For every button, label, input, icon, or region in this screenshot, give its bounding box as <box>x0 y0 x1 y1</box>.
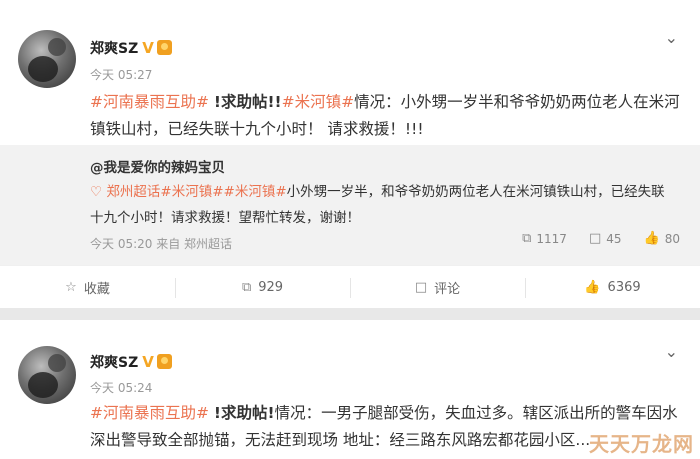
thumbs-up-icon: 👍 <box>584 280 601 295</box>
collect-label: 收藏 <box>83 282 110 297</box>
weibo-post: 郑爽SZ V 今天 05:27 ⌄ #河南暴雨互助# !求助帖!!#米河镇#情况：… <box>0 0 700 308</box>
post-text: #河南暴雨互助# !求助帖!!#米河镇#情况：小外甥一岁半和爷爷奶奶两位老人在米… <box>90 89 682 143</box>
help-label: !求助帖! <box>213 404 275 422</box>
avatar[interactable] <box>18 30 76 88</box>
author-name-text[interactable]: 郑爽SZ <box>90 355 138 371</box>
comment-icon: □ <box>414 280 428 295</box>
quoted-share-count: 1117 <box>536 231 567 246</box>
share-button[interactable]: ⧉ 929 <box>175 266 350 309</box>
super-topic-icon: ♡ <box>90 184 107 200</box>
quoted-text: ♡ 郑州超话#米河镇##米河镇#小外甥一岁半，和爷爷奶奶两位老人在米河镇铁山村，… <box>90 179 675 231</box>
comment-icon: □ <box>588 231 602 246</box>
quoted-actions: ⧉ 1117 □ 45 👍 80 <box>522 231 680 246</box>
hashtag-link[interactable]: #河南暴雨互助# <box>90 93 209 111</box>
quoted-author[interactable]: @我是爱你的辣妈宝贝 <box>90 156 225 176</box>
quoted-like-count: 80 <box>664 231 680 246</box>
help-label: !求助帖!! <box>213 93 282 111</box>
quoted-comment-button[interactable]: □ 45 <box>589 231 622 246</box>
quoted-post[interactable]: @我是爱你的辣妈宝贝 ♡ 郑州超话#米河镇##米河镇#小外甥一岁半，和爷爷奶奶两… <box>0 145 700 265</box>
chevron-down-icon[interactable]: ⌄ <box>665 342 678 361</box>
like-button[interactable]: 👍 6369 <box>525 266 700 309</box>
post-time[interactable]: 今天 05:27 <box>90 66 152 83</box>
author-name[interactable]: 郑爽SZ V <box>90 38 172 58</box>
avatar[interactable] <box>18 346 76 404</box>
thumbs-up-icon: 👍 <box>643 231 660 246</box>
hashtag-link[interactable]: #河南暴雨互助# <box>90 404 209 422</box>
comment-button[interactable]: □ 评论 <box>350 266 525 309</box>
quoted-like-button[interactable]: 👍 80 <box>644 231 680 246</box>
hashtag-link[interactable]: #米河镇# <box>282 93 354 111</box>
share-icon: ⧉ <box>241 280 252 295</box>
star-icon: ☆ <box>65 280 77 295</box>
post-divider <box>0 308 700 320</box>
verified-badge-icon: V <box>142 353 154 371</box>
quoted-share-button[interactable]: ⧉ 1117 <box>522 231 567 246</box>
author-name[interactable]: 郑爽SZ V <box>90 352 172 372</box>
share-count: 929 <box>258 280 284 295</box>
verified-badge-icon: V <box>142 39 154 57</box>
collect-button[interactable]: ☆ 收藏 <box>0 266 175 309</box>
medal-icon <box>156 40 172 55</box>
hashtag-link[interactable]: 郑州超话#米河镇##米河镇# <box>106 184 286 200</box>
chevron-down-icon[interactable]: ⌄ <box>665 28 678 47</box>
comment-label: 评论 <box>434 282 461 297</box>
action-bar: ☆ 收藏 ⧉ 929 □ 评论 👍 6369 <box>0 265 700 309</box>
author-name-text[interactable]: 郑爽SZ <box>90 41 138 57</box>
like-count: 6369 <box>607 280 641 295</box>
watermark: 天天万龙网 <box>589 432 694 456</box>
quoted-comment-count: 45 <box>606 231 622 246</box>
post-time[interactable]: 今天 05:24 <box>90 379 152 396</box>
medal-icon <box>156 354 172 369</box>
quoted-meta[interactable]: 今天 05:20 来自 郑州超话 <box>90 235 232 252</box>
share-icon: ⧉ <box>522 231 532 246</box>
